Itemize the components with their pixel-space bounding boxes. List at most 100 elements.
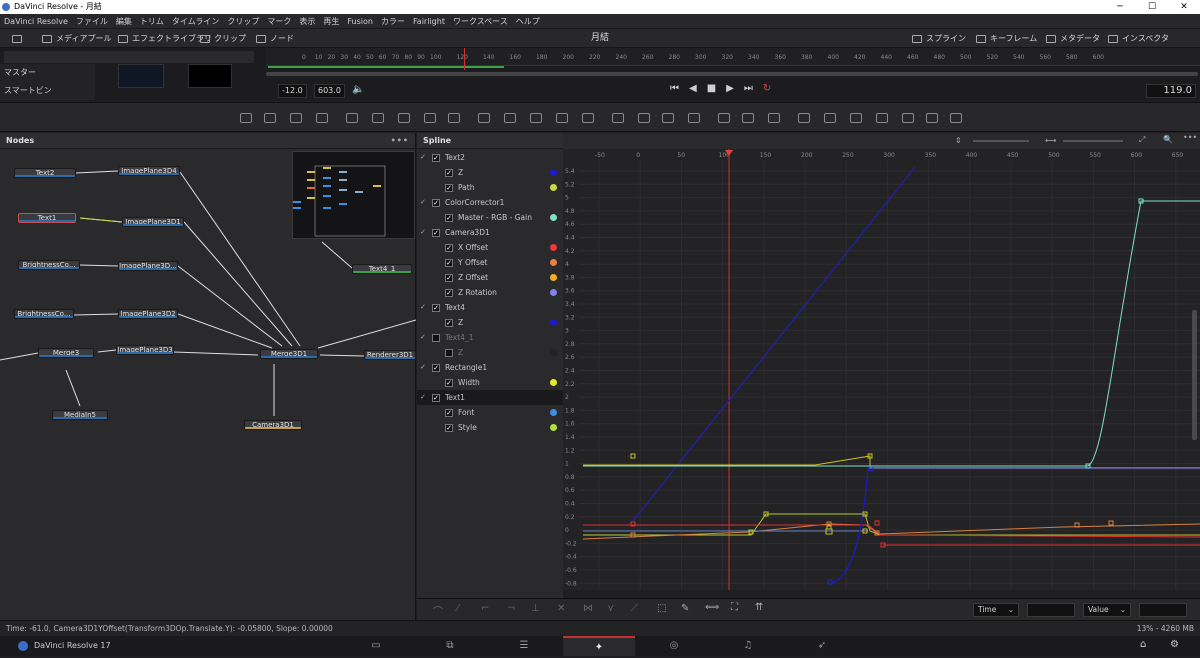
menu-item[interactable]: カラー (381, 16, 405, 27)
expand-chevron-icon[interactable]: ✓ (420, 150, 426, 165)
spline-checkbox[interactable]: ✓ (432, 394, 440, 402)
spline-button[interactable]: スプライン (912, 29, 966, 49)
polygon-tool-icon[interactable] (372, 113, 384, 123)
keyframes-button[interactable]: キーフレーム (976, 29, 1037, 49)
fit-horizontal-icon[interactable]: ⟺ (705, 602, 719, 613)
spline-checkbox[interactable]: ✓ (445, 319, 453, 327)
spline-row[interactable]: ✓ ✓ ColorCorrector1 (417, 195, 563, 210)
clip-button[interactable]: クリップ (200, 29, 246, 49)
shape-box-icon[interactable]: ⋎ (607, 603, 614, 614)
clip-thumbnail[interactable] (118, 64, 164, 88)
spline-checkbox[interactable]: ✓ (445, 244, 453, 252)
node-merge3d1[interactable]: Merge3D1 (260, 349, 318, 359)
more-options-icon[interactable]: ••• (1183, 133, 1197, 142)
minimize-button[interactable]: ─ (1104, 0, 1136, 14)
go-to-start-button[interactable]: ⏮ (670, 83, 679, 94)
renderer3d-icon[interactable] (876, 113, 888, 123)
gear-icon[interactable]: ⚙ (1170, 639, 1179, 650)
menu-item[interactable]: タイムライン (172, 16, 219, 27)
set-key-icon[interactable]: ✎ (681, 603, 689, 614)
scale-tool-icon[interactable]: ✕ (557, 603, 565, 614)
zoom-height-slider[interactable] (973, 140, 1029, 142)
value-field[interactable] (1139, 603, 1187, 617)
zoom-height-icon[interactable]: ⇕ (955, 136, 962, 145)
spline-row[interactable]: ✓ Font (417, 405, 563, 420)
timeline-scrollbar[interactable] (266, 72, 1198, 76)
spline-checkbox[interactable]: ✓ (445, 379, 453, 387)
spline-row[interactable]: Z (417, 345, 563, 360)
background-tool-icon[interactable] (240, 113, 252, 123)
zoom-width-icon[interactable]: ⟷ (1045, 136, 1056, 145)
spline-checkbox[interactable]: ✓ (432, 154, 440, 162)
ellipse-tool-icon[interactable] (638, 113, 650, 123)
node-navigator[interactable] (292, 151, 415, 239)
time-ruler[interactable]: 0 10 20 30 40 50 60 70 80 90 100 120 140 160 180 200 220… (266, 48, 1200, 66)
ease-tool-icon[interactable]: ⟋ (631, 603, 638, 614)
transform-tool-icon[interactable] (556, 113, 568, 123)
node-imageplane3d3[interactable]: ImagePlane3D3 (116, 345, 174, 355)
spline-checkbox[interactable]: ✓ (445, 184, 453, 192)
light-tool-icon[interactable] (424, 113, 436, 123)
spline-row[interactable]: ✓ X Offset (417, 240, 563, 255)
expand-chevron-icon[interactable]: ✓ (420, 390, 426, 405)
spline-row[interactable]: ✓ Y Offset (417, 255, 563, 270)
node-imageplane3d4[interactable]: ImagePlane3D4 (118, 166, 180, 176)
loop-icon[interactable]: ↻ (763, 83, 771, 94)
camera3d-icon[interactable] (850, 113, 862, 123)
zoom-search-icon[interactable]: 🔍 (1163, 135, 1173, 144)
spline-row[interactable]: ✓ Path (417, 180, 563, 195)
spline-row[interactable]: ✓ Z Rotation (417, 285, 563, 300)
spline-checkbox[interactable]: ✓ (445, 259, 453, 267)
effects-library-button[interactable]: エフェクトライブラリ (118, 29, 212, 49)
spline-row[interactable]: ✓ ✓ Rectangle1 (417, 360, 563, 375)
spline-row[interactable]: ✓ Text4_1 (417, 330, 563, 345)
spline-checkbox[interactable]: ✓ (432, 199, 440, 207)
expand-chevron-icon[interactable]: ✓ (420, 195, 426, 210)
spline-graph-canvas[interactable]: -50 0 50 100 150 200 250 300 350 400 450 500 550 600 6… (563, 149, 1200, 590)
paint-tool-icon[interactable] (316, 113, 328, 123)
image-plane-tool-icon[interactable] (264, 113, 276, 123)
shape3d-icon[interactable] (798, 113, 810, 123)
spline-row[interactable]: ✓ ✓ Text1 (417, 390, 563, 405)
menu-item[interactable]: ヘルプ (516, 16, 540, 27)
current-frame-field[interactable]: 119.0 (1146, 84, 1196, 98)
spline-row[interactable]: ✓ Z Offset (417, 270, 563, 285)
spline-checkbox[interactable]: ✓ (432, 229, 440, 237)
spline-checkbox[interactable]: ✓ (445, 424, 453, 432)
rectangle-tool-icon[interactable] (612, 113, 624, 123)
spline-checkbox[interactable]: ✓ (445, 289, 453, 297)
playhead-marker[interactable] (464, 48, 465, 70)
bspline-tool-icon[interactable] (398, 113, 410, 123)
media-page-icon[interactable]: ▭ (340, 636, 412, 656)
node-brightness-1[interactable]: BrightnessCo... (18, 260, 80, 270)
spline-checkbox[interactable]: ✓ (445, 214, 453, 222)
bin-smart-bins[interactable]: スマートビン (0, 82, 95, 100)
play-button[interactable]: ▶ (726, 83, 734, 94)
expand-chevron-icon[interactable]: ✓ (420, 360, 426, 375)
menu-item[interactable]: 表示 (299, 16, 315, 27)
home-icon[interactable]: ⌂ (1140, 639, 1146, 650)
menu-item[interactable]: ファイル (76, 16, 108, 27)
crop-tool-icon[interactable] (582, 113, 594, 123)
menu-item[interactable]: 編集 (116, 16, 132, 27)
spline-checkbox[interactable] (445, 349, 453, 357)
spline-row[interactable]: ✓ Style (417, 420, 563, 435)
spline-row[interactable]: ✓ Z (417, 315, 563, 330)
spline-checkbox[interactable]: ✓ (432, 304, 440, 312)
linear-tool-icon[interactable]: ⁄ (457, 603, 459, 614)
spline-curve-text4-z[interactable] (830, 468, 1200, 584)
imageplane3d-icon[interactable] (926, 113, 938, 123)
zoom-width-slider[interactable] (1063, 140, 1123, 142)
media-pool-button[interactable]: メディアプール (42, 29, 111, 49)
spline-row[interactable]: ✓ ✓ Text4 (417, 300, 563, 315)
bin-master[interactable]: マスター (0, 64, 95, 82)
spline-curve-master-gain[interactable] (583, 200, 1200, 467)
metadata-button[interactable]: メタデータ (1046, 29, 1100, 49)
spline-checkbox[interactable] (432, 334, 440, 342)
node-brightness-2[interactable]: BrightnessCo... (14, 309, 74, 319)
workspace-dropdown[interactable] (12, 29, 22, 49)
spline-checkbox[interactable]: ✓ (445, 274, 453, 282)
particle-render-icon[interactable] (742, 113, 754, 123)
edit-page-icon[interactable]: ☰ (488, 636, 560, 656)
audio-icon[interactable]: 🔈 (352, 84, 364, 95)
